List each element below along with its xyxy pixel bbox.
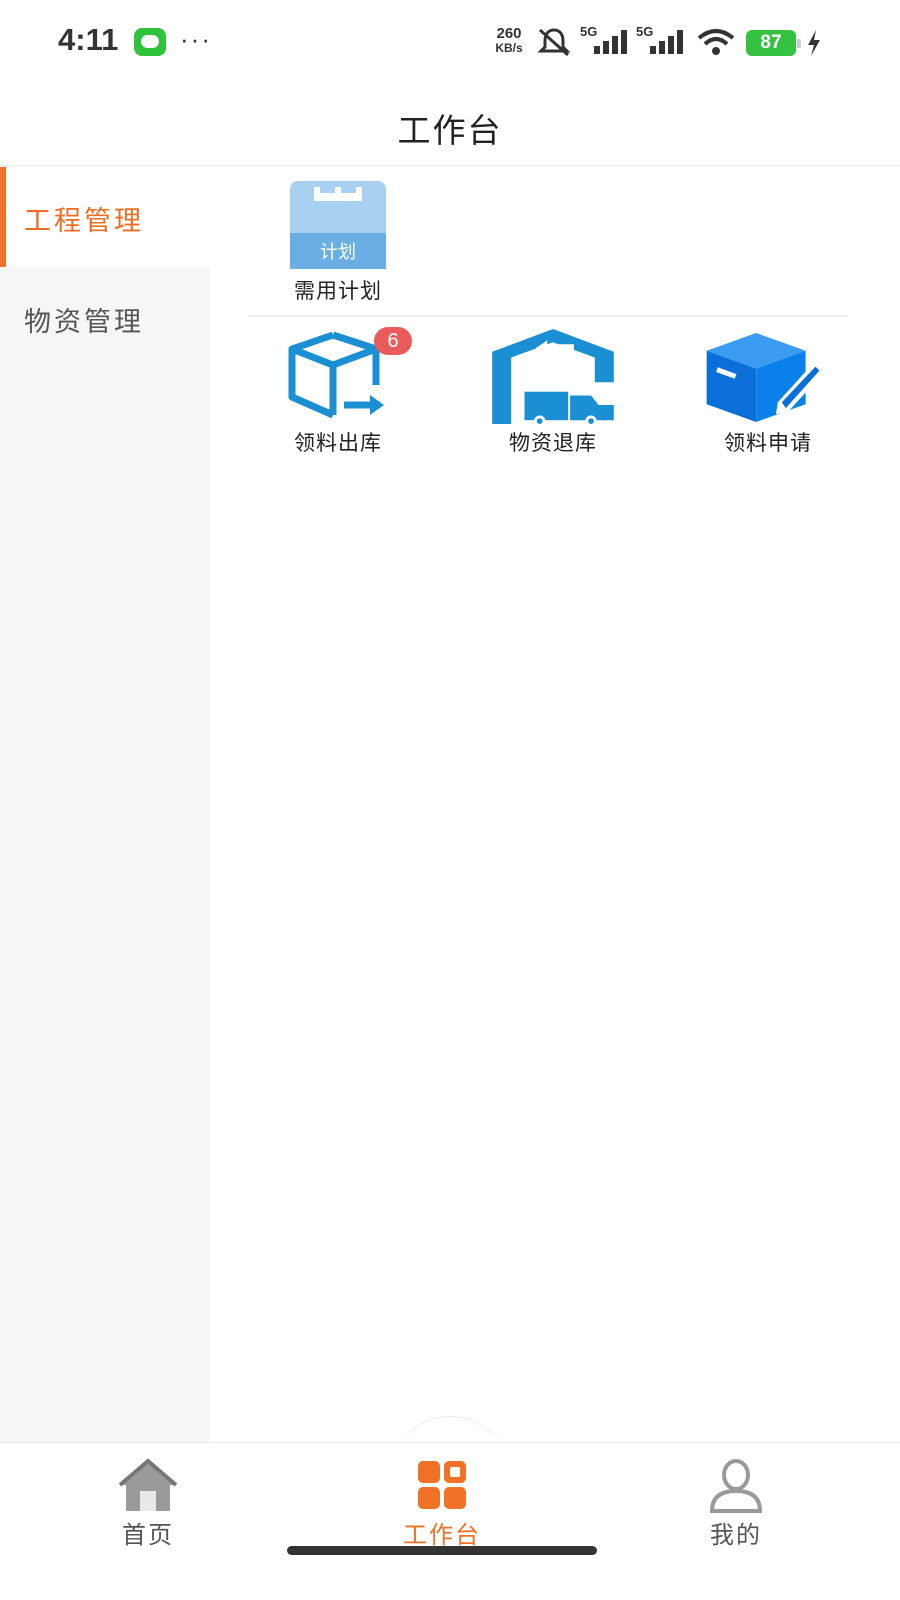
more-notifications-icon: ··· [180,24,212,54]
network-speed-unit: KB/s [495,41,523,55]
page-title: 工作台 [397,111,503,150]
tab-label: 工作台 [403,1521,481,1549]
box-edit-icon [706,332,826,423]
tile-label: 物资退库 [509,431,597,455]
box-out-icon [288,331,384,419]
home-indicator[interactable] [287,1546,597,1555]
sidebar-item-label: 物资管理 [24,307,144,338]
page-header: 工作台 [0,86,900,166]
category-sidebar: 工程管理 物资管理 [0,167,210,1442]
tile-label: 需用计划 [294,279,382,303]
tile-label: 领料申请 [724,431,812,455]
grid-icon [418,1461,466,1509]
bottom-tab-bar: 首页 工作台 我的 [0,1442,900,1600]
status-time: 4:11 [58,22,119,57]
section-divider [248,315,848,317]
charging-bolt-icon [808,30,820,56]
tab-label: 首页 [122,1521,174,1549]
wifi-icon [697,29,735,55]
message-app-icon [134,28,166,56]
material-return-tile[interactable]: 物资退库 [463,329,643,459]
warehouse-return-icon [492,329,614,424]
network-speed: 260 KB/s [488,26,530,56]
tile-label: 领料出库 [294,431,382,455]
calendar-plan-icon: 计划 [290,181,386,269]
plan-tile[interactable]: 计划 需用计划 [248,181,428,311]
tab-home[interactable]: 首页 [68,1453,228,1563]
bell-muted-icon [537,28,571,57]
signal-icon [650,30,683,54]
sidebar-item-engineering[interactable]: 工程管理 [0,167,210,267]
tab-label: 我的 [710,1521,762,1549]
material-request-tile[interactable]: 领料申请 [678,329,858,459]
workbench-content: 计划 需用计划 6 领料出库 物资退库 领料申请 [210,167,900,1442]
tab-profile[interactable]: 我的 [656,1453,816,1563]
sidebar-item-label: 工程管理 [24,206,144,237]
material-outbound-tile[interactable]: 6 领料出库 [248,327,428,459]
plan-icon-text: 计划 [320,242,356,263]
home-icon [118,1458,178,1511]
sidebar-item-materials[interactable]: 物资管理 [0,268,210,368]
status-bar: 4:11 ··· 260 KB/s 5G 5G 87 [0,0,900,86]
notification-badge: 6 [374,327,412,355]
signal-icon [594,30,627,54]
battery-level: 87 [746,30,801,56]
network-speed-value: 260 [496,25,522,42]
user-icon [709,1459,763,1513]
